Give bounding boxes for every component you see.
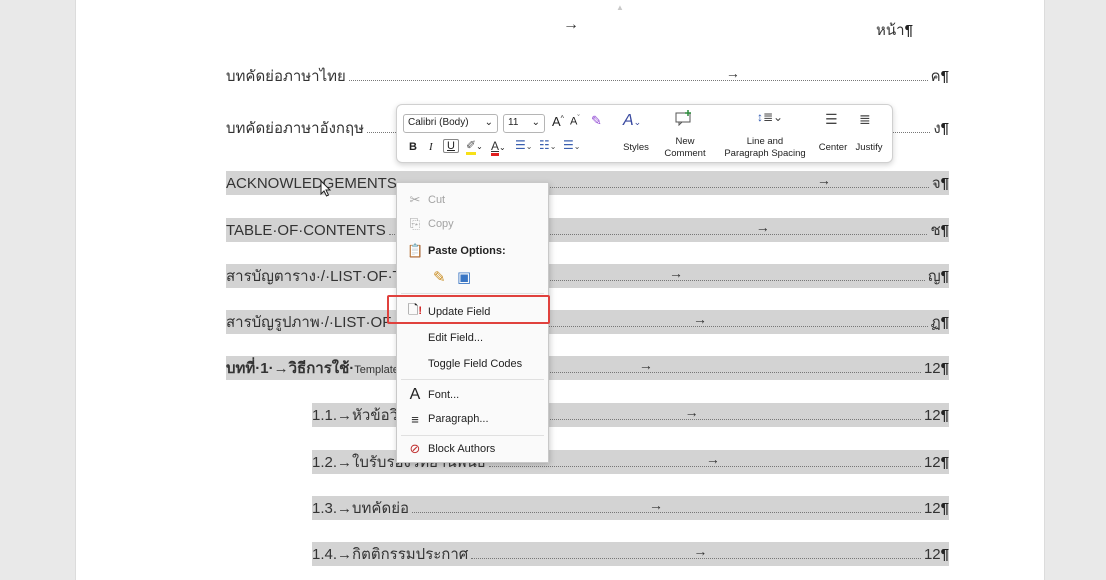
copy-icon: ⎘ (409, 216, 421, 231)
new-comment-button[interactable]: New Comment (660, 136, 710, 160)
new-comment-icon[interactable] (675, 110, 693, 129)
toc-entry-list-of-figures[interactable]: สารบัญรูปภาพ·/·LIST·OF·FIGURES → ฏ ¶ (226, 310, 949, 334)
toc-header-arrow: → (563, 16, 579, 33)
bold-button[interactable]: B (409, 141, 417, 153)
chevron-down-icon: ⌄ (484, 117, 493, 128)
toc-entry-acknowledgements[interactable]: ACKNOWLEDGEMENTS → จ ¶ (226, 171, 949, 195)
menu-item-paste-options: 📋 Paste Options: (407, 243, 506, 258)
highlight-color-icon[interactable]: ✐⌄ (466, 138, 483, 155)
document-page[interactable]: ▲ → หน้า¶ บทคัดย่อภาษาไทย → ค ¶ บทคัดย่อภ… (75, 0, 1045, 580)
center-button[interactable]: Center (815, 142, 851, 154)
toc-entry-list-of-tables[interactable]: สารบัญตาราง·/·LIST·OF·TABLES → ญ ¶ (226, 264, 949, 288)
styles-label[interactable]: Styles (620, 142, 652, 154)
scroll-up-indicator: ▲ (616, 3, 624, 12)
toc-entry-thai-abstract[interactable]: บทคัดย่อภาษาไทย → ค ¶ (226, 64, 949, 88)
toc-entry-1-3[interactable]: 1.3.→บทคัดย่อ → 12 ¶ (312, 496, 949, 520)
bullets-icon[interactable]: ☰⌄ (515, 138, 532, 152)
shrink-font-button[interactable]: Aˇ (570, 115, 580, 128)
toc-header-page-label: หน้า¶ (876, 22, 913, 39)
align-justify-icon[interactable]: ≣ (859, 111, 871, 128)
paste-icon: 📋 (407, 243, 424, 258)
numbering-icon[interactable]: ☷⌄ (539, 138, 556, 152)
paragraph-icon: ≡ (411, 411, 419, 427)
toc-entry-1-4[interactable]: 1.4.→กิตติกรรมประกาศ → 12 ¶ (312, 542, 949, 566)
underline-button[interactable]: U (443, 139, 459, 153)
font-name-select[interactable]: Calibri (Body) ⌄ (403, 114, 498, 133)
menu-item-toggle-field-codes[interactable]: Toggle Field Codes (397, 353, 548, 375)
format-painter-icon[interactable]: ✎ (591, 113, 602, 129)
align-center-icon[interactable]: ☰ (825, 111, 838, 128)
toc-entry-chapter-1[interactable]: บทที่·1·→วิธีการใช้·Template → 12 ¶ (226, 356, 949, 380)
line-paragraph-spacing-button[interactable]: Line and Paragraph Spacing (715, 136, 815, 160)
toc-entry-table-of-contents[interactable]: TABLE·OF·CONTENTS → ช ¶ (226, 218, 949, 242)
font-color-icon[interactable]: A⌄ (491, 139, 506, 156)
justify-button[interactable]: Justify (851, 142, 887, 154)
grow-font-button[interactable]: A^ (552, 114, 564, 129)
scissors-icon: ✂ (409, 192, 421, 207)
styles-icon[interactable]: A⌄ (623, 112, 641, 130)
paste-keep-text-button[interactable]: ✎ (433, 268, 453, 288)
block-authors-icon: ⊘ (409, 441, 421, 456)
mouse-pointer-icon (320, 179, 332, 203)
line-spacing-icon[interactable]: ↕≣⌄ (757, 110, 783, 124)
italic-button[interactable]: I (429, 141, 433, 153)
menu-item-block-authors[interactable]: ⊘ Block Authors (397, 438, 548, 460)
menu-item-cut[interactable]: ✂ Cut (397, 189, 548, 211)
menu-item-paragraph[interactable]: ≡ Paragraph... (397, 408, 548, 430)
menu-item-font[interactable]: A Font... (397, 384, 548, 406)
chevron-down-icon: ⌄ (531, 117, 540, 128)
font-icon: A (409, 386, 421, 403)
mini-toolbar: Calibri (Body) ⌄ 11 ⌄ A^ Aˇ ✎ A⌄ Styles Ne… (396, 104, 893, 163)
update-field-highlight-box (387, 295, 550, 324)
multilevel-list-icon[interactable]: ☰⌄ (563, 138, 580, 152)
menu-item-copy[interactable]: ⎘ Copy (397, 213, 548, 235)
menu-item-edit-field[interactable]: Edit Field... (397, 327, 548, 349)
paste-picture-button[interactable]: ▣ (457, 268, 477, 288)
font-size-select[interactable]: 11 ⌄ (503, 114, 545, 133)
